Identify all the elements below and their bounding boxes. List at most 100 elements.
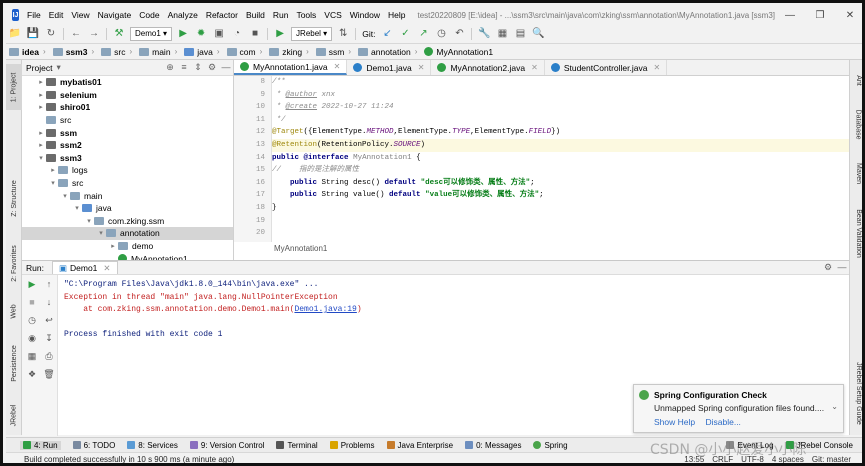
breadcrumb-item[interactable]: MyAnnotation1	[424, 47, 493, 57]
close-icon[interactable]: ✕	[334, 62, 341, 71]
tree-node[interactable]: src	[22, 114, 233, 127]
run-tab-demo1[interactable]: ▣ Demo1 ✕	[51, 261, 118, 274]
code-area[interactable]: /** * @author xnx * @create 2022-10-27 1…	[272, 76, 849, 242]
editor-tab[interactable]: Demo1.java ✕	[347, 60, 432, 75]
breadcrumb-item[interactable]: annotation	[358, 47, 411, 57]
git-push-icon[interactable]: ↗	[415, 27, 431, 41]
java-enterprise-tool-tab[interactable]: Java Enterprise	[386, 441, 453, 450]
chevron-right-icon[interactable]: ▸	[36, 129, 46, 137]
tree-node[interactable]: ▾ ssm3	[22, 152, 233, 165]
git-rollback-icon[interactable]: ↶	[451, 27, 467, 41]
close-icon[interactable]: ✕	[531, 63, 538, 72]
tree-node[interactable]: ▸ logs	[22, 164, 233, 177]
web-tool-tab[interactable]: Web	[6, 298, 22, 324]
persistence-tool-tab[interactable]: Persistence	[6, 338, 22, 388]
chevron-right-icon[interactable]: ▸	[48, 166, 58, 174]
editor-tab[interactable]: MyAnnotation2.java ✕	[431, 60, 545, 75]
tree-node[interactable]: ▾ main	[22, 189, 233, 202]
jrebel-sync-icon[interactable]: ⇅	[335, 27, 351, 41]
tree-node[interactable]: ▾ src	[22, 177, 233, 190]
project-panel-title[interactable]: Project	[26, 63, 52, 73]
expand-icon[interactable]: ⇕	[191, 62, 205, 73]
chevron-right-icon[interactable]: ▸	[36, 103, 46, 111]
minimize-button[interactable]: —	[775, 10, 805, 21]
vcs-branch[interactable]: Git: master	[812, 455, 851, 463]
disable-link[interactable]: Disable...	[705, 417, 740, 427]
close-window-button[interactable]: ✕	[835, 10, 862, 21]
breadcrumb-item[interactable]: java	[184, 47, 213, 57]
open-folder-icon[interactable]: 📁	[7, 27, 23, 41]
menu-code[interactable]: Code	[135, 10, 163, 20]
sdk-icon[interactable]: ▤	[512, 27, 528, 41]
menu-file[interactable]: File	[23, 10, 45, 20]
chevron-right-icon[interactable]: ▸	[36, 91, 46, 99]
menu-refactor[interactable]: Refactor	[202, 10, 242, 20]
trash-icon[interactable]: 🗑	[42, 369, 56, 381]
breadcrumb-item[interactable]: src	[101, 47, 125, 57]
chevron-down-icon[interactable]: ▾	[72, 204, 82, 212]
breadcrumb-item[interactable]: ssm	[315, 47, 344, 57]
tree-node[interactable]: ▸ ssm	[22, 126, 233, 139]
jrebel-setup-guide-tool-tab[interactable]: JRebel Setup Guide	[850, 356, 862, 430]
tree-node[interactable]: ▸ demo	[22, 240, 233, 253]
scroll-down-icon[interactable]: ↓	[42, 297, 56, 309]
scroll-to-end-icon[interactable]: ↧	[42, 333, 56, 345]
menu-tools[interactable]: Tools	[292, 10, 320, 20]
breadcrumb-item[interactable]: zking	[269, 47, 302, 57]
chevron-down-icon[interactable]: ▾	[56, 62, 60, 73]
services-tool-tab[interactable]: 8: Services	[127, 441, 178, 450]
minimize-panel-icon[interactable]: —	[219, 62, 233, 73]
close-icon[interactable]: ✕	[103, 263, 110, 274]
locate-icon[interactable]: ⊕	[163, 62, 177, 73]
maven-tool-tab[interactable]: Maven	[850, 156, 862, 190]
menu-window[interactable]: Window	[346, 10, 384, 20]
tree-node[interactable]: ▸ shiro01	[22, 101, 233, 114]
print-icon[interactable]: ⎙	[42, 351, 56, 363]
tree-node[interactable]: ▸ mybatis01	[22, 76, 233, 89]
camera-icon[interactable]: ◉	[25, 333, 39, 345]
tree-node[interactable]: ▾ annotation	[22, 227, 233, 240]
run-config-select[interactable]: Demo1 ▾	[130, 26, 173, 41]
todo-tool-tab[interactable]: 6: TODO	[72, 441, 115, 450]
messages-tool-tab[interactable]: 0: Messages	[465, 441, 521, 450]
tree-node[interactable]: ▸ ssm2	[22, 139, 233, 152]
pin-icon[interactable]: ❖	[25, 369, 39, 381]
terminal-tool-tab[interactable]: Terminal	[276, 441, 318, 450]
tree-node[interactable]: MyAnnotation1	[22, 252, 233, 260]
gear-icon[interactable]: ⚙	[205, 62, 219, 73]
menu-build[interactable]: Build	[242, 10, 269, 20]
gear-icon[interactable]: ⚙	[821, 262, 835, 273]
stop-icon[interactable]: ■	[25, 297, 39, 309]
menu-vcs[interactable]: VCS	[320, 10, 345, 20]
editor-breadcrumb[interactable]: MyAnnotation1	[274, 244, 327, 253]
chevron-down-icon[interactable]: ▾	[48, 179, 58, 187]
chevron-right-icon[interactable]: ▸	[36, 78, 46, 86]
version-control-tool-tab[interactable]: 9: Version Control	[189, 441, 264, 450]
close-icon[interactable]: ✕	[653, 63, 660, 72]
stack-trace-link[interactable]: Demo1.java:19	[294, 305, 356, 314]
favorites-tool-tab[interactable]: 2: Favorites	[6, 236, 22, 290]
save-all-icon[interactable]: 💾	[25, 27, 41, 41]
stop-icon[interactable]: ■	[247, 27, 263, 41]
scroll-up-icon[interactable]: ↑	[42, 279, 56, 291]
database-tool-tab[interactable]: Database	[850, 104, 862, 144]
build-hammer-icon[interactable]: ⚒	[111, 27, 127, 41]
chevron-down-icon[interactable]: ▾	[36, 154, 46, 162]
project-tool-tab[interactable]: 1: Project	[6, 64, 22, 110]
run-icon[interactable]: ▶	[175, 27, 191, 41]
close-icon[interactable]: ✕	[418, 63, 425, 72]
back-arrow-icon[interactable]: ←	[68, 27, 84, 41]
tree-node[interactable]: ▸ selenium	[22, 89, 233, 102]
show-help-link[interactable]: Show Help	[654, 417, 695, 427]
chevron-down-icon[interactable]: ▾	[84, 217, 94, 225]
git-update-icon[interactable]: ↙	[379, 27, 395, 41]
editor-tab[interactable]: StudentController.java ✕	[545, 60, 668, 75]
project-structure-icon[interactable]: ▦	[494, 27, 510, 41]
minimize-panel-icon[interactable]: —	[835, 262, 849, 273]
breadcrumb-item[interactable]: idea	[9, 47, 39, 57]
restore-layout-icon[interactable]: ◷	[25, 315, 39, 327]
chevron-right-icon[interactable]: ▸	[36, 141, 46, 149]
chevron-down-icon[interactable]: ▾	[60, 192, 70, 200]
git-commit-icon[interactable]: ✓	[397, 27, 413, 41]
problems-tool-tab[interactable]: Problems	[329, 441, 375, 450]
